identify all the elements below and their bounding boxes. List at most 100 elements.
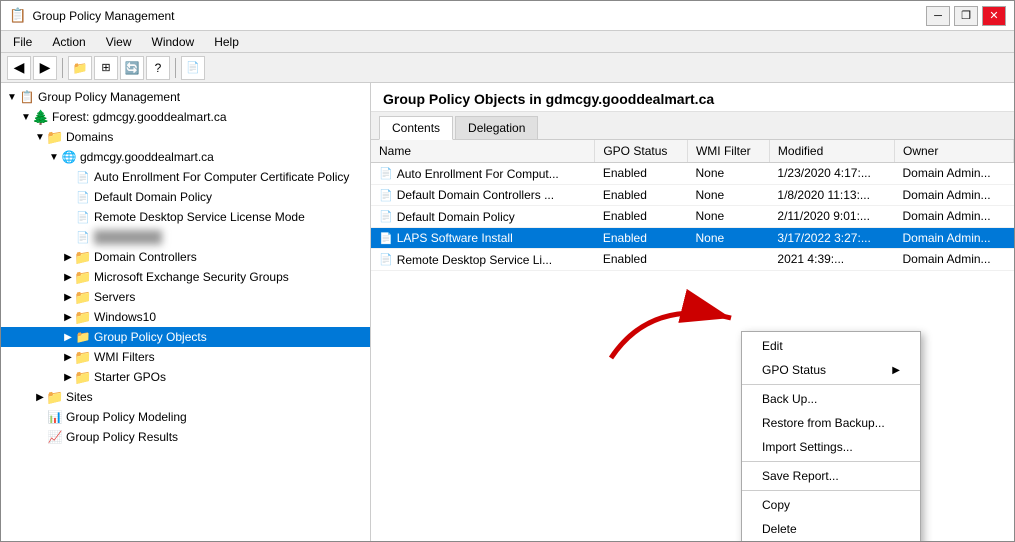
context-menu-item-edit[interactable]: Edit xyxy=(742,334,920,358)
table-row[interactable]: 📄Remote Desktop Service Li...Enabled2021… xyxy=(371,249,1014,271)
sidebar-label-gpo: Group Policy Objects xyxy=(94,330,207,344)
sidebar-item-servers[interactable]: ▶ 📁 Servers xyxy=(1,287,370,307)
col-name[interactable]: Name xyxy=(371,140,595,163)
sidebar-item-gp-results[interactable]: ▶ 📈 Group Policy Results xyxy=(1,427,370,447)
sidebar-item-root[interactable]: ▼ 📋 Group Policy Management xyxy=(1,87,370,107)
expand-root[interactable]: ▼ xyxy=(5,90,19,104)
cell-name: 📄Default Domain Policy xyxy=(371,206,595,228)
windows10-icon: 📁 xyxy=(75,309,91,325)
menu-help[interactable]: Help xyxy=(206,33,247,51)
grid-button[interactable]: ⊞ xyxy=(94,56,118,80)
cell-owner: Domain Admin... xyxy=(895,206,1014,228)
sidebar-item-gpo[interactable]: ▶ 📁 Group Policy Objects xyxy=(1,327,370,347)
tab-contents[interactable]: Contents xyxy=(379,116,453,140)
expand-forest[interactable]: ▼ xyxy=(19,110,33,124)
cell-status: Enabled xyxy=(595,206,688,228)
content-header: Group Policy Objects in gdmcgy.gooddealm… xyxy=(371,83,1014,112)
context-item-label: Edit xyxy=(762,339,783,353)
table-header-row: Name GPO Status WMI Filter Modified Owne… xyxy=(371,140,1014,163)
expand-starter-gpos[interactable]: ▶ xyxy=(61,370,75,384)
sidebar-item-domains[interactable]: ▼ 📁 Domains xyxy=(1,127,370,147)
blurred-icon: 📄 xyxy=(75,229,91,245)
context-item-label: Delete xyxy=(762,522,797,536)
tab-delegation[interactable]: Delegation xyxy=(455,116,538,139)
expand-sites[interactable]: ▶ xyxy=(33,390,47,404)
sidebar-item-remote-desktop[interactable]: ▶ 📄 Remote Desktop Service License Mode xyxy=(1,207,370,227)
sidebar-item-blurred[interactable]: ▶ 📄 ████████ xyxy=(1,227,370,247)
cell-wmi: None xyxy=(687,227,769,249)
cell-wmi: None xyxy=(687,206,769,228)
col-owner[interactable]: Owner xyxy=(895,140,1014,163)
content-title: Group Policy Objects in gdmcgy.gooddealm… xyxy=(383,91,714,107)
context-menu-item-gpo-status[interactable]: GPO Status▶ xyxy=(742,358,920,382)
expand-wmi[interactable]: ▶ xyxy=(61,350,75,364)
expand-domains[interactable]: ▼ xyxy=(33,130,47,144)
sidebar-label-gp-modeling: Group Policy Modeling xyxy=(66,410,187,424)
submenu-arrow: ▶ xyxy=(892,365,900,376)
minimize-button[interactable]: ─ xyxy=(926,6,950,26)
gpo-table: Name GPO Status WMI Filter Modified Owne… xyxy=(371,140,1014,271)
expand-domain-controllers[interactable]: ▶ xyxy=(61,250,75,264)
table-row[interactable]: 📄Default Domain Controllers ...EnabledNo… xyxy=(371,184,1014,206)
ms-exchange-icon: 📁 xyxy=(75,269,91,285)
menu-action[interactable]: Action xyxy=(44,33,93,51)
expand-servers[interactable]: ▶ xyxy=(61,290,75,304)
table-row[interactable]: 📄LAPS Software InstallEnabledNone3/17/20… xyxy=(371,227,1014,249)
context-menu-separator xyxy=(742,461,920,462)
domains-icon: 📁 xyxy=(47,129,63,145)
default-domain-icon: 📄 xyxy=(75,189,91,205)
col-status[interactable]: GPO Status xyxy=(595,140,688,163)
sidebar-item-auto-enroll[interactable]: ▶ 📄 Auto Enrollment For Computer Certifi… xyxy=(1,167,370,187)
cell-wmi: None xyxy=(687,163,769,185)
expand-domain[interactable]: ▼ xyxy=(47,150,61,164)
context-menu-item-restore-from-backup[interactable]: Restore from Backup... xyxy=(742,411,920,435)
sidebar-item-sites[interactable]: ▶ 📁 Sites xyxy=(1,387,370,407)
servers-icon: 📁 xyxy=(75,289,91,305)
forward-button[interactable]: ▶ xyxy=(33,56,57,80)
expand-ms-exchange[interactable]: ▶ xyxy=(61,270,75,284)
context-menu: Edit GPO Status▶ Back Up...Restore from Ba… xyxy=(741,331,921,541)
menu-window[interactable]: Window xyxy=(144,33,203,51)
wmi-icon: 📁 xyxy=(75,349,91,365)
context-menu-item-delete[interactable]: Delete xyxy=(742,517,920,541)
table-row[interactable]: 📄Default Domain PolicyEnabledNone2/11/20… xyxy=(371,206,1014,228)
restore-button[interactable]: ❐ xyxy=(954,6,978,26)
close-button[interactable]: ✕ xyxy=(982,6,1006,26)
table-row[interactable]: 📄Auto Enrollment For Comput...EnabledNon… xyxy=(371,163,1014,185)
cell-modified: 2021 4:39:... xyxy=(769,249,894,271)
sidebar-item-domain[interactable]: ▼ 🌐 gdmcgy.gooddealmart.ca xyxy=(1,147,370,167)
context-menu-item-back-up[interactable]: Back Up... xyxy=(742,387,920,411)
help-button[interactable]: ? xyxy=(146,56,170,80)
cell-owner: Domain Admin... xyxy=(895,184,1014,206)
context-menu-item-save-report[interactable]: Save Report... xyxy=(742,464,920,488)
sidebar-item-ms-exchange[interactable]: ▶ 📁 Microsoft Exchange Security Groups xyxy=(1,267,370,287)
export-button[interactable]: 📄 xyxy=(181,56,205,80)
menu-file[interactable]: File xyxy=(5,33,40,51)
forest-icon: 🌲 xyxy=(33,109,49,125)
cell-wmi: None xyxy=(687,184,769,206)
cell-owner: Domain Admin... xyxy=(895,227,1014,249)
sidebar-item-domain-controllers[interactable]: ▶ 📁 Domain Controllers xyxy=(1,247,370,267)
folder-button[interactable]: 📁 xyxy=(68,56,92,80)
expand-windows10[interactable]: ▶ xyxy=(61,310,75,324)
context-menu-item-copy[interactable]: Copy xyxy=(742,493,920,517)
sidebar-item-windows10[interactable]: ▶ 📁 Windows10 xyxy=(1,307,370,327)
sidebar-item-gp-modeling[interactable]: ▶ 📊 Group Policy Modeling xyxy=(1,407,370,427)
sidebar-label-domain-controllers: Domain Controllers xyxy=(94,250,197,264)
title-bar: 📋 Group Policy Management ─ ❐ ✕ xyxy=(1,1,1014,31)
expand-gpo[interactable]: ▶ xyxy=(61,330,75,344)
sidebar-item-wmi[interactable]: ▶ 📁 WMI Filters xyxy=(1,347,370,367)
content-panel: Group Policy Objects in gdmcgy.gooddealm… xyxy=(371,83,1014,541)
refresh-button[interactable]: 🔄 xyxy=(120,56,144,80)
sidebar-item-starter-gpos[interactable]: ▶ 📁 Starter GPOs xyxy=(1,367,370,387)
menu-view[interactable]: View xyxy=(98,33,140,51)
back-button[interactable]: ◀ xyxy=(7,56,31,80)
sidebar-item-default-domain[interactable]: ▶ 📄 Default Domain Policy xyxy=(1,187,370,207)
sidebar-label-sites: Sites xyxy=(66,390,93,404)
col-wmi[interactable]: WMI Filter xyxy=(687,140,769,163)
sidebar-item-forest[interactable]: ▼ 🌲 Forest: gdmcgy.gooddealmart.ca xyxy=(1,107,370,127)
title-bar-controls: ─ ❐ ✕ xyxy=(926,6,1006,26)
col-modified[interactable]: Modified xyxy=(769,140,894,163)
context-menu-item-import-settings[interactable]: Import Settings... xyxy=(742,435,920,459)
context-item-label: Copy xyxy=(762,498,790,512)
